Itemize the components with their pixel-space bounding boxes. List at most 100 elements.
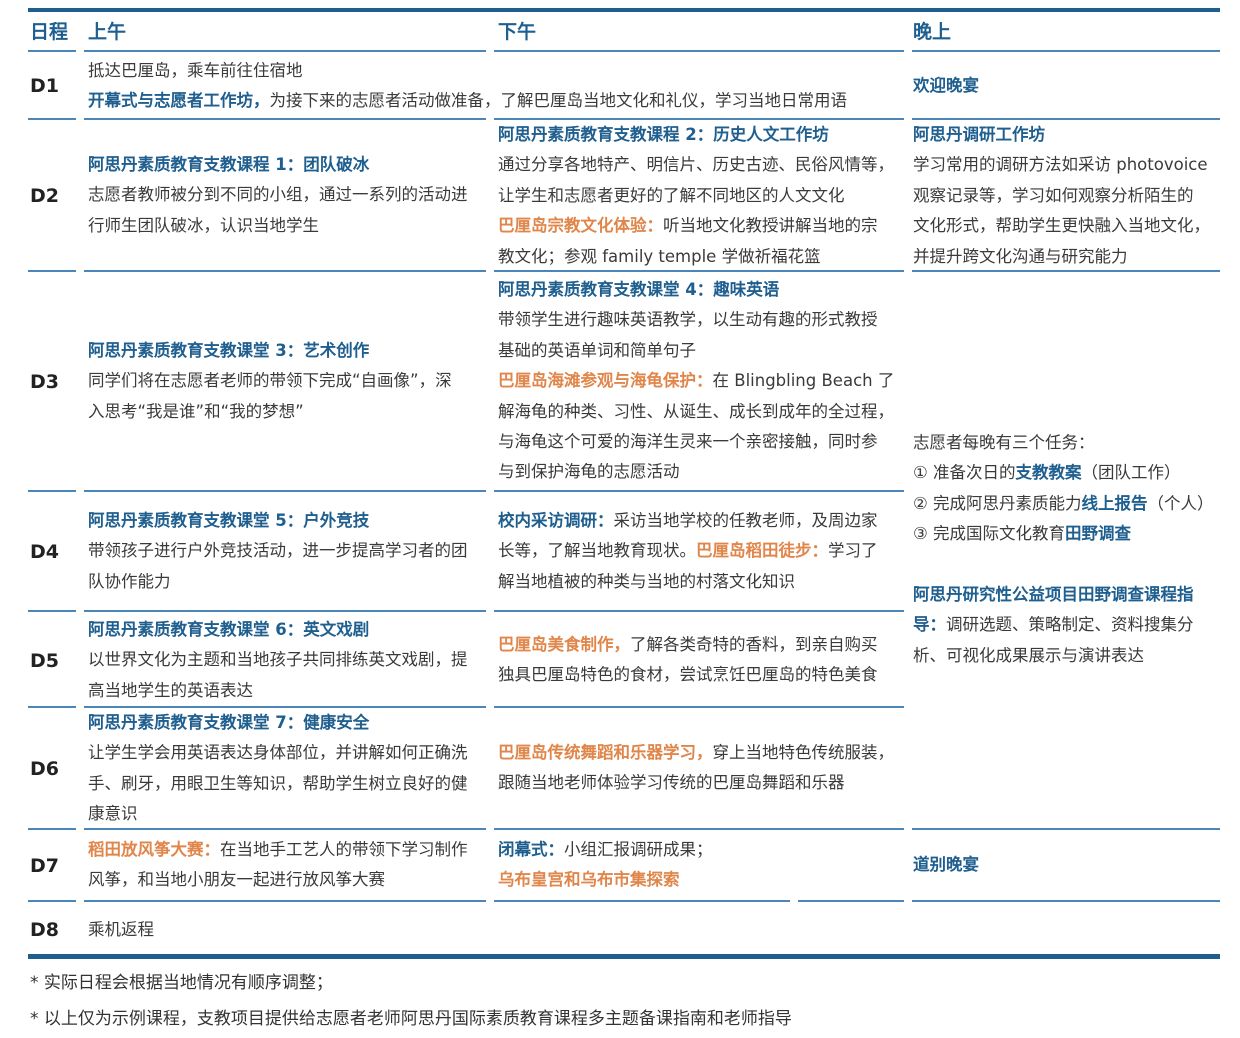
row-separator	[494, 610, 904, 612]
d2-afternoon: 阿思丹素质教育支教课程 2：历史人文工作坊 通过分享各地特产、明信片、历史古迹、…	[498, 120, 894, 272]
d4-morning: 阿思丹素质教育支教课堂 5：户外竞技 带领孩子进行户外竞技活动，进一步提高学习者…	[88, 506, 468, 597]
evening-task-2-suffix: （个人）	[1147, 493, 1214, 513]
header-evening: 晚上	[913, 21, 952, 43]
d3-am-line1: 同学们将在志愿者老师的带领下完成“自画像”，深	[88, 371, 452, 391]
d7-am-line2: 风筝，和当地小朋友一起进行放风筝大赛	[88, 870, 385, 890]
d4-afternoon: 校内采访调研：采访当地学校的任教老师，及周边家 长等，了解当地教育现状。巴厘岛稻…	[498, 506, 878, 597]
fieldwork-guide-title: 阿思丹研究性公益项目田野调查课程指	[913, 585, 1194, 604]
d7-am-line1-text: 在当地手工艺人的带领下学习制作	[220, 840, 468, 859]
row-separator	[912, 270, 1220, 272]
row-separator	[28, 490, 76, 492]
row-separator	[84, 118, 486, 120]
fieldwork-guide-line1-text: 调研选题、策略制定、资料搜集分	[946, 615, 1194, 635]
d4-pm-line2-text: 长等，了解当地教育现状。	[498, 541, 696, 561]
fieldwork-guide-line1: 导：调研选题、策略制定、资料搜集分	[913, 610, 1194, 640]
d2-pm-line2: 让学生和志愿者更好的了解不同地区的人文文化	[498, 185, 845, 205]
d6-pm-line1-text: 穿上当地特色传统服装，	[712, 743, 895, 762]
d6-am-line1: 让学生学会用英语表达身体部位，并讲解如何正确洗	[88, 743, 468, 763]
d7-evening: 道别晚宴	[913, 855, 979, 874]
d4-pm-line1-text: 采访当地学校的任教老师，及周边家	[613, 511, 878, 530]
d4-pm-line1: 校内采访调研：采访当地学校的任教老师，及周边家	[498, 506, 878, 536]
evening-task-1-text: ① 准备次日的	[913, 463, 1016, 483]
itinerary-page: 日程 上午 下午 晚上 D1 抵达巴厘岛，乘车前往住宿地 开幕式与志愿者工作坊，…	[0, 0, 1240, 1038]
evening-tasks-block: 志愿者每晚有三个任务： ① 准备次日的支教教案（团队工作） ② 完成阿思丹素质能…	[913, 428, 1214, 550]
d6-am-line2: 手、刷牙，用眼卫生等知识，帮助学生树立良好的健	[88, 773, 468, 793]
d7-pm-line2: 乌布皇宫和乌布市集探索	[498, 870, 680, 890]
d3-pm-line1: 带领学生进行趣味英语教学，以生动有趣的形式教授	[498, 310, 878, 330]
d4-pm-line2-suffix: 学习了	[828, 541, 878, 561]
d2-eve-line4: 并提升跨文化沟通与研究能力	[913, 246, 1128, 266]
d3-pm-line4: 解海龟的种类、习性、从诞生、成长到成年的全过程，	[498, 401, 894, 421]
d3-pm-line3-text: 在 Blingbling Beach 了	[712, 371, 895, 391]
d2-pm-line1: 通过分享各地特产、明信片、历史古迹、民俗风情等，	[498, 155, 894, 175]
d2-pm-highlight: 巴厘岛宗教文化体验：	[498, 216, 663, 236]
d3-morning: 阿思丹素质教育支教课堂 3：艺术创作 同学们将在志愿者老师的带领下完成“自画像”…	[88, 336, 452, 427]
d6-pm-line2: 跟随当地老师体验学习传统的巴厘岛舞蹈和乐器	[498, 773, 845, 793]
d4-pm-highlight-hike: 巴厘岛稻田徒步：	[696, 541, 828, 561]
row-separator	[912, 828, 1220, 830]
d6-pm-line1: 巴厘岛传统舞蹈和乐器学习，穿上当地特色传统服装，	[498, 738, 894, 768]
d5-am-title: 阿思丹素质教育支教课堂 6：英文戏剧	[88, 620, 370, 639]
row-separator	[28, 900, 76, 902]
row-separator	[28, 828, 76, 830]
evening-task-2-highlight: 线上报告	[1081, 493, 1148, 513]
evening-task-2-text: ② 完成阿思丹素质能力	[913, 493, 1082, 513]
row-separator	[28, 706, 76, 708]
row-separator	[494, 270, 904, 272]
d1-am-line2-text: 为接下来的志愿者活动做准备，了解巴厘岛当地文化和礼仪，学习当地日常用语	[269, 91, 848, 111]
d5-morning: 阿思丹素质教育支教课堂 6：英文戏剧 以世界文化为主题和当地孩子共同排练英文戏剧…	[88, 615, 468, 706]
d6-am-line3: 康意识	[88, 804, 138, 824]
row-separator	[912, 900, 1220, 902]
header-day: 日程	[30, 21, 69, 43]
row-separator	[912, 50, 1220, 52]
evening-task-1: ① 准备次日的支教教案（团队工作）	[913, 458, 1214, 488]
d4-pm-line3: 解当地植被的种类与当地的村落文化知识	[498, 571, 795, 591]
d2-morning: 阿思丹素质教育支教课程 1：团队破冰 志愿者教师被分到不同的小组，通过一系列的活…	[88, 150, 468, 241]
d7-pm-line1: 闭幕式：小组汇报调研成果；	[498, 835, 713, 865]
evening-task-2: ② 完成阿思丹素质能力线上报告（个人）	[913, 489, 1214, 519]
table-top-rule	[28, 8, 1220, 12]
d2-am-line1: 志愿者教师被分到不同的小组，通过一系列的活动进	[88, 185, 468, 205]
d5-pm-highlight: 巴厘岛美食制作，	[498, 635, 630, 654]
d4-pm-line2: 长等，了解当地教育现状。巴厘岛稻田徒步：学习了	[498, 536, 878, 566]
table-bottom-rule	[28, 954, 1220, 959]
evening-task-3-highlight: 田野调查	[1065, 524, 1132, 544]
d5-am-line2: 高当地学生的英语表达	[88, 680, 253, 700]
d1-morning: 抵达巴厘岛，乘车前往住宿地 开幕式与志愿者工作坊，为接下来的志愿者活动做准备，了…	[88, 56, 847, 117]
day-label-d4: D4	[30, 541, 59, 563]
day-label-d8: D8	[30, 919, 59, 941]
d6-am-title: 阿思丹素质教育支教课堂 7：健康安全	[88, 713, 370, 732]
row-separator	[494, 490, 904, 492]
d8-morning: 乘机返程	[88, 920, 154, 939]
d3-pm-line2: 基础的英语单词和简单句子	[498, 340, 696, 360]
evening-task-3-text: ③ 完成国际文化教育	[913, 524, 1066, 544]
day-label-d2: D2	[30, 185, 59, 207]
evening-task-1-suffix: （团队工作）	[1081, 463, 1181, 483]
d3-pm-line3: 巴厘岛海滩参观与海龟保护：在 Blingbling Beach 了	[498, 366, 894, 396]
d3-pm-title: 阿思丹素质教育支教课堂 4：趣味英语	[498, 280, 780, 299]
d4-pm-highlight-interview: 校内采访调研：	[498, 511, 614, 530]
d6-pm-highlight: 巴厘岛传统舞蹈和乐器学习，	[498, 743, 713, 762]
evening-task-1-highlight: 支教教案	[1015, 463, 1082, 483]
d2-pm-line4: 教文化；参观 family temple 学做祈福花篮	[498, 246, 821, 266]
row-separator	[494, 50, 904, 52]
d2-evening: 阿思丹调研工作坊 学习常用的调研方法如采访 photovoice 观察记录等，学…	[913, 120, 1210, 272]
d5-am-line1: 以世界文化为主题和当地孩子共同排练英文戏剧，提	[88, 650, 468, 670]
row-separator	[494, 828, 904, 830]
day-label-d7: D7	[30, 855, 59, 877]
d7-pm-highlight: 闭幕式：	[498, 840, 564, 859]
d2-eve-line1: 学习常用的调研方法如采访 photovoice	[913, 155, 1208, 175]
d3-pm-highlight: 巴厘岛海滩参观与海龟保护：	[498, 371, 713, 391]
fieldwork-guide-line2: 析、可视化成果展示与演讲表达	[913, 645, 1144, 665]
d7-am-highlight: 稻田放风筝大赛：	[88, 840, 220, 859]
row-separator	[28, 610, 76, 612]
d3-am-line2: 入思考“我是谁”和“我的梦想”	[88, 401, 304, 421]
d1-evening: 欢迎晚宴	[913, 76, 979, 95]
d2-am-line2: 行师生团队破冰，认识当地学生	[88, 215, 319, 235]
day-label-d5: D5	[30, 650, 59, 672]
day-label-d1: D1	[30, 75, 59, 97]
row-separator	[84, 828, 486, 830]
row-separator	[28, 118, 76, 120]
day-label-d6: D6	[30, 758, 59, 780]
d4-am-line2: 队协作能力	[88, 571, 171, 591]
